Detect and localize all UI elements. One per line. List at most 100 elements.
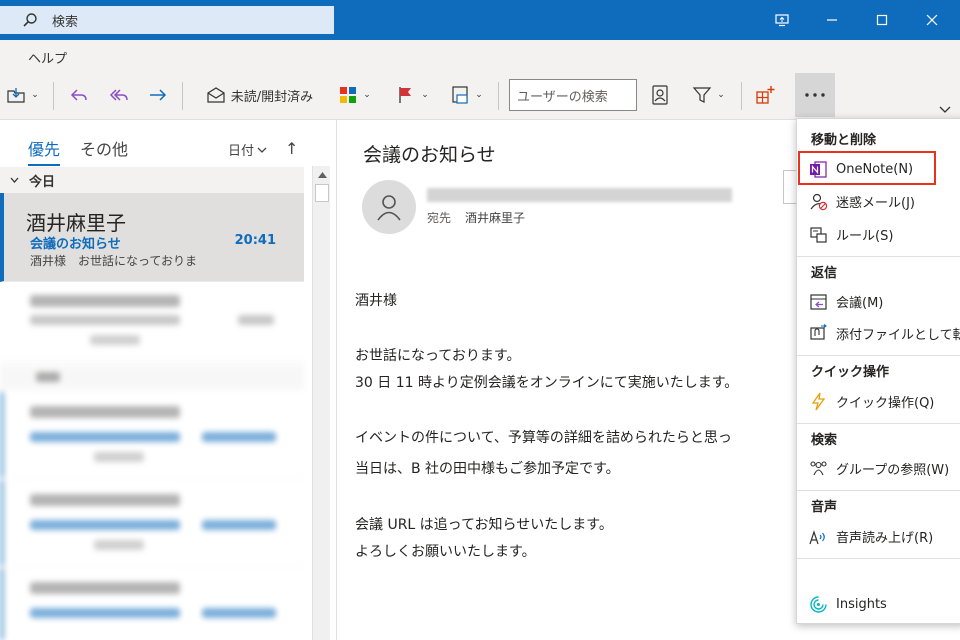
- address-book-button[interactable]: [645, 80, 675, 110]
- inbox-tabs: 優先 その他 日付 ↑: [0, 120, 304, 168]
- chevron-down-icon: [10, 177, 19, 183]
- move-folder-icon: [7, 88, 25, 103]
- menu-item-junk[interactable]: 迷惑メール(J): [797, 186, 960, 216]
- message-time: 20:41: [234, 233, 276, 248]
- list-item[interactable]: [0, 568, 304, 640]
- flag-button[interactable]: ⌄: [392, 80, 432, 110]
- to-name[interactable]: 酒井麻里子: [465, 209, 525, 226]
- section-quick-steps: クイック操作: [811, 365, 890, 380]
- message-preview: 酒井様 お世話になっておりま: [30, 254, 198, 268]
- close-button[interactable]: [908, 0, 956, 40]
- menu-item-quick-steps[interactable]: クイック操作(Q): [797, 386, 960, 416]
- junk-mail-icon: [810, 193, 828, 210]
- menu-item-read-aloud[interactable]: 音声読み上げ(R): [797, 521, 960, 551]
- reply-all-icon: [109, 89, 128, 101]
- group-header[interactable]: [0, 364, 304, 390]
- menu-separator: [797, 490, 960, 491]
- menu-item-label: 音声読み上げ(R): [836, 530, 934, 546]
- menu-item-label: グループの参照(W): [836, 462, 950, 478]
- menu-item-label: クイック操作(Q): [836, 395, 935, 411]
- list-item-selected[interactable]: 酒井麻里子 会議のお知らせ 20:41 酒井様 お世話になっておりま: [0, 193, 304, 282]
- chevron-down-icon: ⌄: [475, 90, 483, 100]
- chevron-down-icon: ⌄: [421, 90, 429, 100]
- global-search-box[interactable]: 検索: [0, 6, 334, 34]
- groups-icon: [810, 460, 827, 475]
- tab-focused[interactable]: 優先: [28, 136, 61, 166]
- move-to-button[interactable]: ⌄: [2, 80, 42, 110]
- tab-other[interactable]: その他: [80, 136, 128, 160]
- more-dots-icon: [805, 93, 825, 97]
- flag-icon: [399, 87, 412, 103]
- more-commands-button[interactable]: [795, 73, 835, 117]
- coming-soon-button[interactable]: [758, 0, 806, 40]
- list-scrollbar[interactable]: [312, 166, 330, 640]
- categorize-button[interactable]: ⌄: [334, 80, 374, 110]
- sender-address-blurred: [427, 188, 732, 202]
- forward-icon: [150, 89, 167, 101]
- archive-button[interactable]: ⌄: [446, 80, 486, 110]
- category-grid-icon: [340, 87, 357, 103]
- section-search: 検索: [811, 433, 838, 448]
- address-book-icon: [652, 85, 668, 105]
- chevron-down-icon: ⌄: [31, 90, 39, 100]
- minimize-icon: [827, 19, 837, 21]
- addins-icon: [756, 86, 775, 104]
- body-line: 会議 URL は追ってお知らせいたします。: [355, 517, 613, 533]
- ribbon-separator: [182, 82, 183, 110]
- ribbon-separator: [53, 82, 54, 110]
- reading-pane: 会議のお知らせ 宛先 酒井麻里子 酒井様 お世話になっております。 30 日 1…: [337, 120, 803, 640]
- body-line: 当日は、B 社の田中様もご参加予定です。: [355, 461, 620, 477]
- menu-item-label: 迷惑メール(J): [836, 195, 915, 211]
- envelope-open-icon: [207, 87, 225, 103]
- read-unread-button[interactable]: 未読/開封済み: [194, 80, 324, 110]
- onenote-highlight-box: [798, 151, 936, 185]
- menu-separator: [797, 256, 960, 257]
- section-voice: 音声: [811, 500, 838, 515]
- list-item[interactable]: [0, 480, 304, 566]
- chevron-down-icon: ⌄: [717, 90, 725, 100]
- search-icon: [23, 13, 37, 27]
- get-addins-button[interactable]: [750, 80, 780, 110]
- filter-button[interactable]: ⌄: [688, 80, 728, 110]
- chevron-down-icon: ⌄: [363, 90, 371, 100]
- group-today-label: 今日: [29, 174, 56, 190]
- list-item[interactable]: [0, 392, 304, 478]
- reading-subject: 会議のお知らせ: [363, 144, 496, 166]
- list-item[interactable]: [0, 283, 304, 361]
- minimize-button[interactable]: [808, 0, 856, 40]
- forward-button[interactable]: [143, 80, 173, 110]
- avatar[interactable]: [362, 180, 416, 234]
- ribbon-separator: [741, 82, 742, 110]
- sort-direction-icon[interactable]: ↑: [285, 139, 298, 158]
- scroll-up-arrow[interactable]: [313, 166, 331, 184]
- reply-button[interactable]: [64, 80, 94, 110]
- menu-separator: [797, 558, 960, 559]
- global-search-placeholder: 検索: [52, 14, 79, 30]
- menu-item-meeting[interactable]: 会議(M): [797, 286, 960, 316]
- reply-all-button[interactable]: [104, 80, 134, 110]
- sort-by-date-button[interactable]: 日付: [228, 140, 267, 159]
- person-icon: [377, 195, 401, 221]
- insights-icon: [810, 595, 827, 613]
- menu-item-insights[interactable]: Insights: [797, 589, 960, 619]
- ribbon-collapse-icon[interactable]: [938, 104, 952, 114]
- people-search-input[interactable]: ユーザーの検索: [509, 79, 637, 111]
- group-header-today[interactable]: 今日: [0, 167, 304, 193]
- ribbon-separator: [498, 82, 499, 110]
- menu-item-label: 添付ファイルとして転送(: [836, 327, 960, 343]
- menu-help[interactable]: ヘルプ: [28, 48, 67, 67]
- menu-item-browse-groups[interactable]: グループの参照(W): [797, 453, 960, 483]
- menu-item-forward-attachment[interactable]: 添付ファイルとして転送(: [797, 318, 960, 348]
- menu-item-label: Insights: [836, 596, 887, 612]
- archive-icon: [452, 86, 468, 104]
- message-sender: 酒井麻里子: [26, 211, 126, 235]
- maximize-button[interactable]: [858, 0, 906, 40]
- menu-separator: [797, 423, 960, 424]
- scroll-thumb[interactable]: [315, 184, 329, 202]
- calendar-reply-icon: [810, 293, 827, 310]
- menu-item-rules[interactable]: ルール(S): [797, 219, 960, 249]
- menu-bar: ヘルプ: [0, 40, 960, 70]
- close-icon: [926, 14, 938, 26]
- body-line: よろしくお願いいたします。: [355, 544, 536, 560]
- scroll-up-icon: [317, 172, 327, 178]
